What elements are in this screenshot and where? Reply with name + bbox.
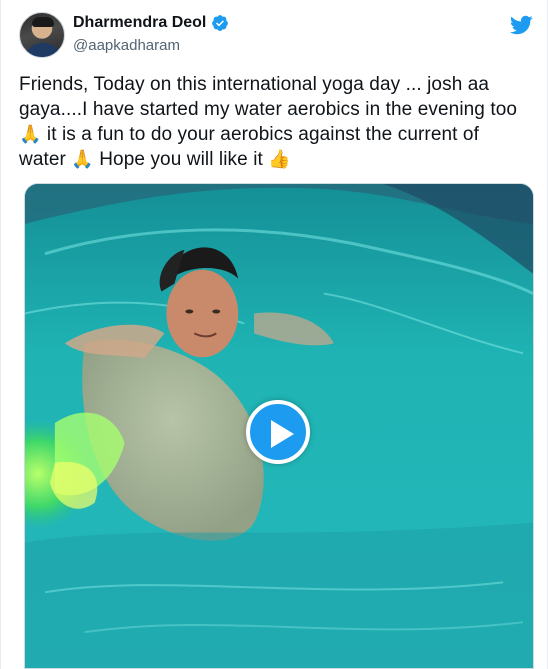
tweet-text-line: gaya....I have started my water aerobics…: [19, 99, 518, 120]
video-player[interactable]: [24, 183, 534, 669]
name-row: Dharmendra Deol: [73, 14, 229, 32]
pray-emoji: 🙏: [71, 149, 94, 169]
twitter-bird-icon[interactable]: [509, 13, 533, 37]
tweet-header: Dharmendra Deol @aapkadharam: [1, 0, 548, 70]
tweet-text-segment: it is a fun to do your aerobics against …: [41, 124, 479, 145]
tweet-text-segment: water: [19, 149, 72, 170]
avatar-shirt: [24, 43, 62, 57]
tweet-text-line: water 🙏 Hope you will like it 👍: [19, 147, 535, 172]
play-button[interactable]: [246, 400, 310, 464]
display-name[interactable]: Dharmendra Deol: [73, 14, 206, 32]
pray-emoji: 🙏: [19, 124, 42, 144]
play-icon: [271, 420, 294, 448]
tweet-text-line: Friends, Today on this international yog…: [19, 74, 490, 95]
tweet-text-line: 🙏 it is a fun to do your aerobics agains…: [19, 122, 535, 147]
thumbs-up-emoji: 👍: [268, 149, 291, 169]
avatar-hair: [32, 17, 54, 27]
verified-icon: [211, 14, 229, 32]
user-handle[interactable]: @aapkadharam: [73, 37, 180, 54]
avatar[interactable]: [19, 12, 65, 58]
tweet-card: Dharmendra Deol @aapkadharam Friends, To…: [0, 0, 548, 669]
tweet-text: Friends, Today on this international yog…: [19, 72, 535, 172]
tweet-text-segment: Hope you will like it: [93, 149, 269, 170]
